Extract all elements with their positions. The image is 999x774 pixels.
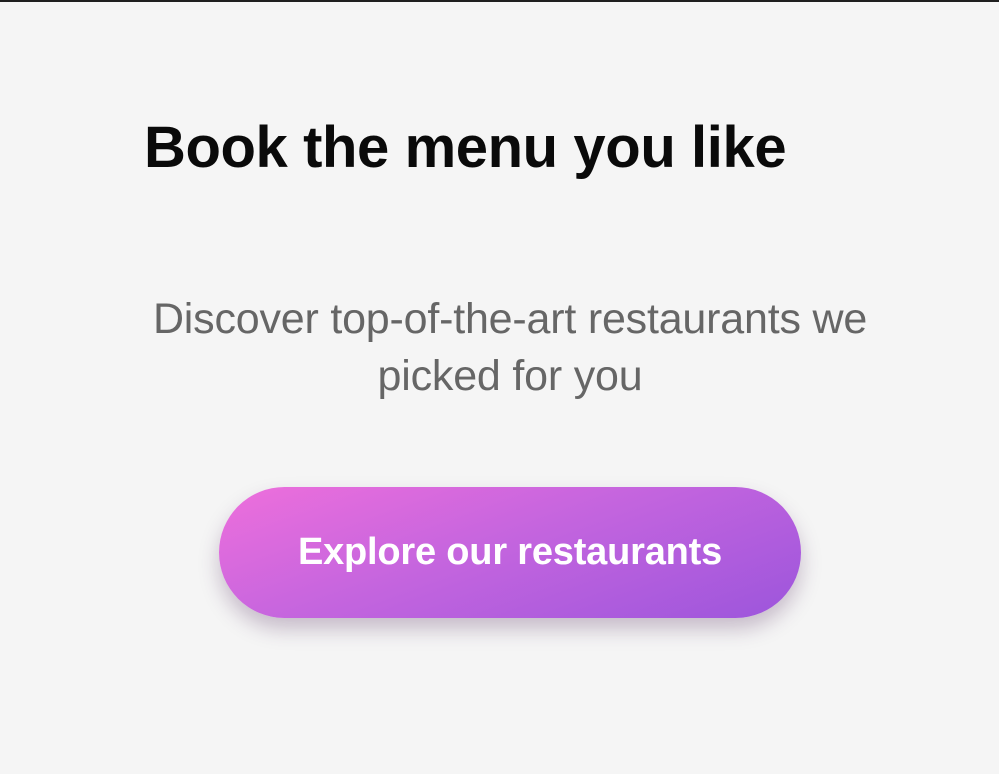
page-subtitle: Discover top-of-the-art restaurants we p… (152, 295, 868, 400)
explore-restaurants-button[interactable]: Explore our restaurants (219, 487, 801, 618)
explore-restaurants-label: Explore our restaurants (297, 531, 723, 573)
page-title: Book the menu you like (144, 115, 787, 180)
top-border (0, 0, 999, 2)
